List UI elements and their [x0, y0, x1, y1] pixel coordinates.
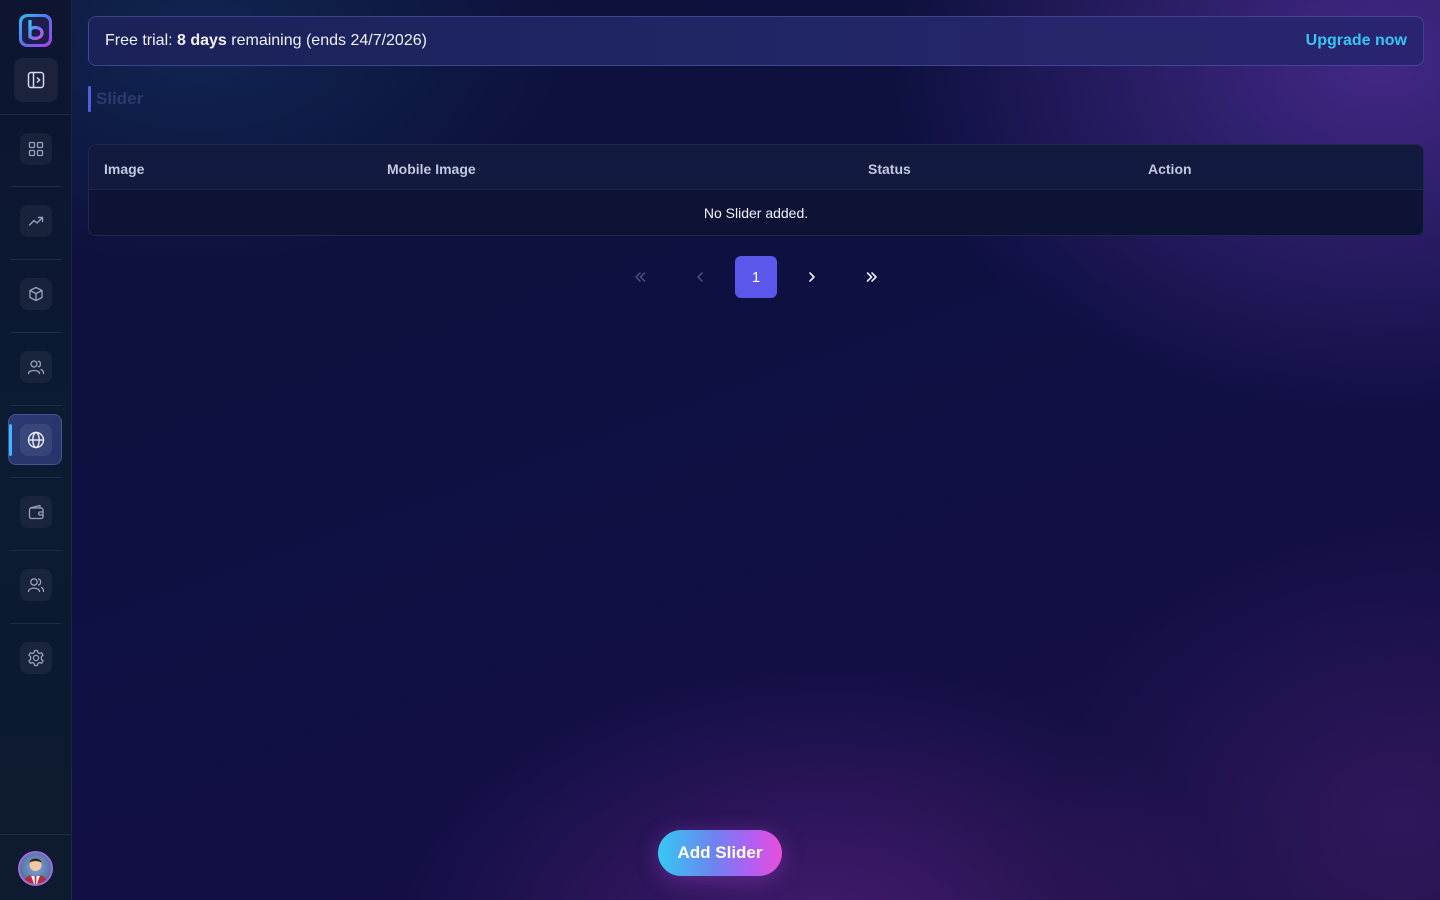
settings-gear-icon [27, 649, 45, 667]
nav-analytics[interactable] [20, 205, 52, 237]
trial-prefix: Free trial: [105, 32, 178, 49]
page-title-accent [88, 86, 91, 112]
page-title: Slider [96, 89, 144, 108]
team-icon [27, 577, 45, 593]
nav-staff[interactable] [20, 569, 52, 601]
nav-settings[interactable] [20, 642, 52, 674]
globe-icon [27, 431, 45, 449]
user-avatar[interactable] [18, 851, 53, 886]
column-header-action: Action [1148, 161, 1192, 177]
nav-separator [10, 477, 62, 478]
wallet-icon [28, 504, 45, 520]
previous-page-button[interactable] [679, 256, 721, 298]
nav-payments[interactable] [20, 496, 52, 528]
sidebar-toggle-icon [27, 71, 45, 89]
chevrons-left-icon [633, 270, 647, 284]
empty-state-message: No Slider added. [89, 190, 1423, 235]
last-page-button[interactable] [851, 256, 893, 298]
slider-table: Image Mobile Image Status Action No Slid… [88, 144, 1424, 236]
page-number-button[interactable]: 1 [735, 256, 777, 298]
chevrons-right-icon [865, 270, 879, 284]
add-slider-button[interactable]: Add Slider [658, 830, 782, 876]
table-header: Image Mobile Image Status Action [89, 145, 1423, 190]
users-icon [27, 359, 45, 375]
nav-separator [10, 623, 62, 624]
chevron-right-icon [805, 270, 819, 284]
nav-separator [10, 259, 62, 260]
sidebar [0, 0, 72, 900]
trending-up-icon [28, 213, 44, 229]
trial-days-remaining: 8 days [177, 32, 227, 49]
nav-products[interactable] [20, 278, 52, 310]
trial-banner: Free trial: 8 days remaining (ends 24/7/… [88, 16, 1424, 66]
nav-separator [10, 550, 62, 551]
chevron-left-icon [693, 270, 707, 284]
nav-separator [10, 186, 62, 187]
sidebar-divider [0, 114, 71, 115]
nav-website[interactable] [20, 424, 52, 456]
nav-customers[interactable] [20, 351, 52, 383]
column-header-status: Status [868, 161, 911, 177]
column-header-image: Image [104, 161, 145, 177]
next-page-button[interactable] [791, 256, 833, 298]
trial-message: Free trial: 8 days remaining (ends 24/7/… [105, 32, 427, 50]
column-header-mobile-image: Mobile Image [387, 161, 476, 177]
nav-separator [10, 405, 62, 406]
nav-separator [10, 332, 62, 333]
package-box-icon [28, 286, 44, 302]
nav-dashboard[interactable] [20, 133, 52, 165]
trial-suffix: remaining (ends 24/7/2026) [226, 32, 427, 49]
sidebar-toggle-button[interactable] [14, 58, 58, 102]
upgrade-now-link[interactable]: Upgrade now [1306, 32, 1407, 50]
active-indicator [9, 424, 12, 456]
dashboard-grid-icon [28, 141, 44, 157]
first-page-button[interactable] [619, 256, 661, 298]
brand-logo-icon[interactable] [19, 14, 52, 47]
sidebar-divider [0, 834, 71, 835]
